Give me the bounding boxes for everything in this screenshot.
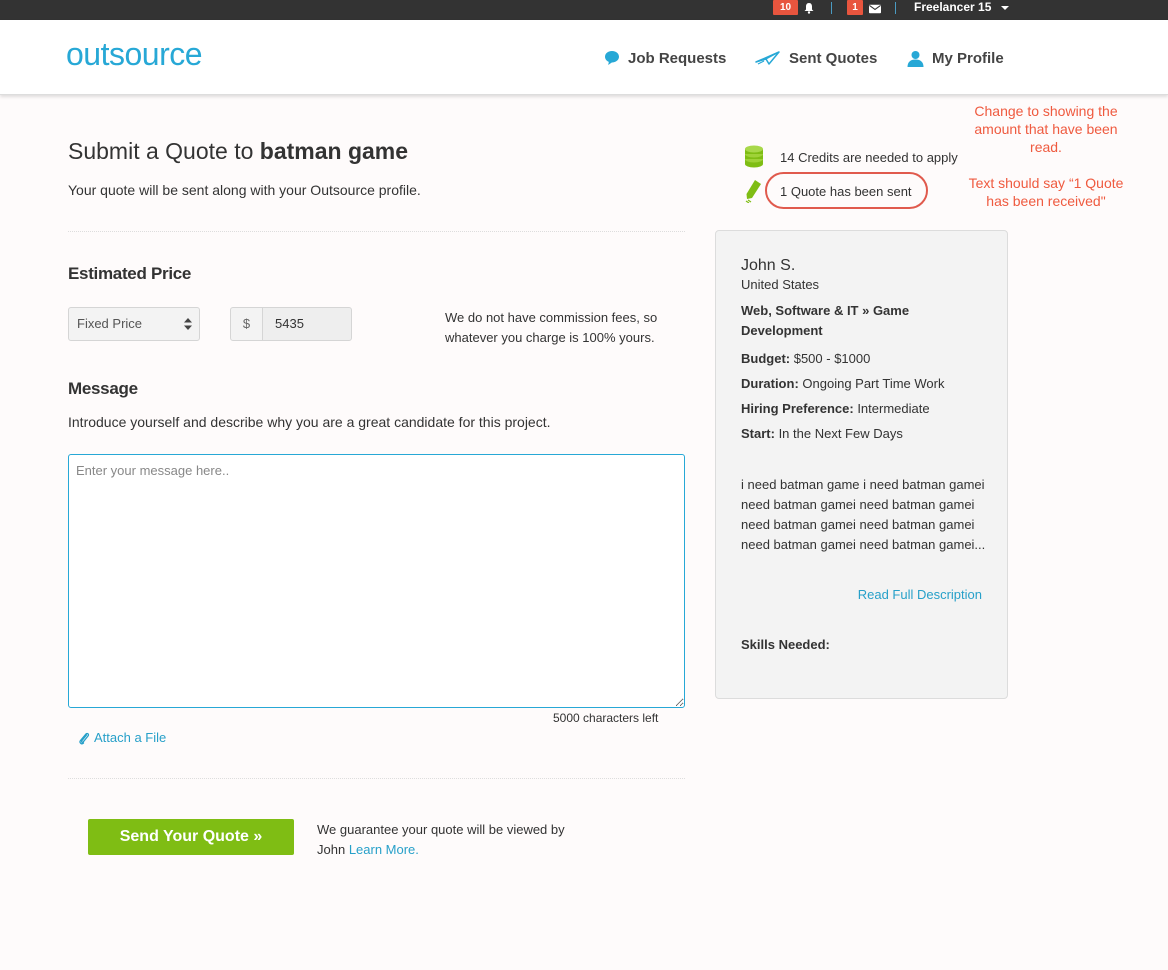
send-quote-button[interactable]: Send Your Quote »: [88, 819, 294, 855]
message-heading: Message: [68, 379, 138, 398]
job-summary-card: John S. United States Web, Software & IT…: [715, 230, 1008, 699]
guarantee-note: We guarantee your quote will be viewed b…: [317, 820, 587, 860]
hiring-value: Intermediate: [853, 401, 930, 416]
learn-more-link[interactable]: Learn More.: [349, 842, 419, 857]
currency-addon: $: [230, 307, 263, 341]
user-menu[interactable]: Freelancer 15: [914, 0, 991, 15]
section-divider: [68, 778, 685, 779]
topbar-divider: [895, 2, 896, 14]
nav-sent-quotes[interactable]: Sent Quotes: [755, 48, 877, 68]
envelope-icon[interactable]: [869, 3, 881, 15]
speech-bubble-icon: [605, 51, 619, 65]
duration-value: Ongoing Part Time Work: [798, 376, 945, 391]
start-value: In the Next Few Days: [774, 426, 903, 441]
chevron-down-icon[interactable]: [1001, 6, 1009, 10]
estimated-price-heading: Estimated Price: [68, 264, 192, 283]
pencil-icon: [745, 180, 761, 203]
messages-count-badge[interactable]: 1: [847, 0, 863, 15]
nav-label: Job Requests: [628, 49, 727, 67]
select-arrows-icon: [184, 318, 192, 330]
characters-left-counter: 5000 characters left: [553, 711, 659, 725]
bell-icon[interactable]: [803, 2, 815, 14]
site-header: outsource Job Requests Sent Quotes My Pr…: [0, 20, 1168, 95]
job-category: Web, Software & IT » Game Development: [741, 303, 910, 338]
top-bar: 10 1 Freelancer 15: [0, 0, 1168, 20]
hiring-label: Hiring Preference:: [741, 401, 854, 416]
job-budget: Budget: $500 - $1000: [741, 351, 870, 366]
page-title-job: batman game: [259, 138, 409, 164]
paperclip-icon: [79, 732, 90, 744]
annotation-note: Change to showing the amount that have b…: [974, 103, 1118, 155]
attach-file-link[interactable]: Attach a File: [78, 730, 166, 745]
price-type-value: Fixed Price: [77, 316, 143, 331]
user-icon: [907, 50, 924, 67]
nav-label: Sent Quotes: [789, 49, 878, 67]
nav-label: My Profile: [932, 49, 1004, 67]
message-textarea[interactable]: [68, 454, 685, 708]
client-country: United States: [741, 277, 820, 292]
skills-needed-label: Skills Needed:: [741, 637, 830, 652]
budget-label: Budget:: [741, 351, 791, 366]
job-start: Start: In the Next Few Days: [741, 426, 903, 441]
page-title-prefix: Submit a Quote to: [68, 138, 260, 164]
price-input[interactable]: 5435: [262, 307, 352, 341]
section-divider: [68, 231, 685, 232]
budget-value: $500 - $1000: [790, 351, 871, 366]
page-subtitle: Your quote will be sent along with your …: [68, 182, 421, 198]
client-name: John S.: [741, 257, 796, 274]
credits-stat: 14 Credits are needed to apply: [741, 145, 958, 169]
attach-file-label: Attach a File: [94, 730, 167, 745]
commission-note: We do not have commission fees, so whate…: [445, 310, 658, 345]
job-description: i need batman game i need batman gamei n…: [741, 477, 986, 552]
price-type-select[interactable]: Fixed Price: [68, 307, 200, 341]
notifications-count-badge[interactable]: 10: [773, 0, 798, 15]
job-duration: Duration: Ongoing Part Time Work: [741, 376, 945, 391]
nav-job-requests[interactable]: Job Requests: [604, 48, 726, 68]
outsource-logo[interactable]: outsource: [66, 36, 203, 73]
topbar-divider: [831, 2, 832, 14]
message-intro: Introduce yourself and describe why you …: [68, 414, 551, 430]
duration-label: Duration:: [741, 376, 799, 391]
page-title: Submit a Quote to batman game: [68, 138, 408, 165]
credits-text: 14 Credits are needed to apply: [780, 149, 958, 165]
job-hiring-preference: Hiring Preference: Intermediate: [741, 401, 930, 416]
annotation-note: Text should say “1 Quote has been receiv…: [968, 175, 1124, 209]
paper-plane-icon: [755, 51, 780, 65]
annotation-highlight-oval: [765, 172, 928, 209]
start-label: Start:: [741, 426, 775, 441]
coins-stack-icon: [745, 145, 763, 168]
nav-my-profile[interactable]: My Profile: [907, 48, 1004, 68]
read-full-description-link[interactable]: Read Full Description: [858, 587, 982, 602]
